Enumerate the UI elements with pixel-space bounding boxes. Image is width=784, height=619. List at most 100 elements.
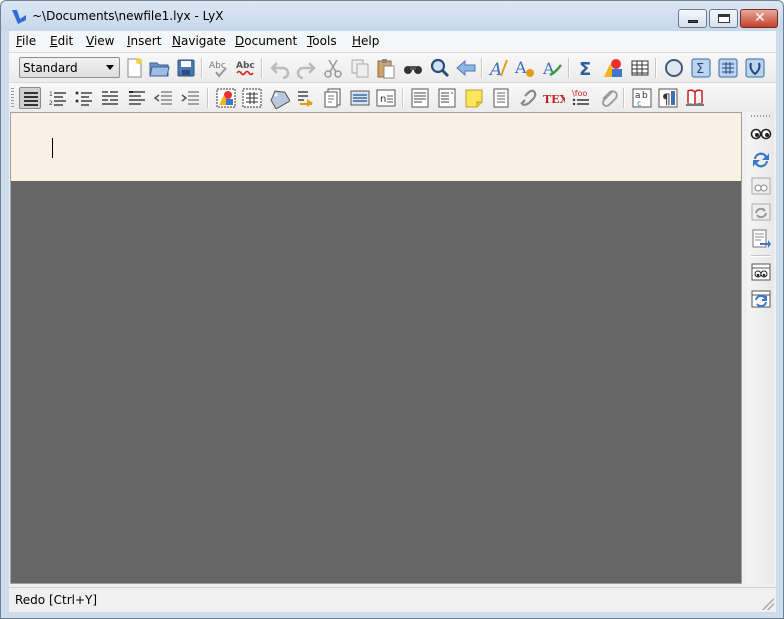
svg-text:2: 2 [49, 100, 53, 107]
search-icon[interactable] [429, 57, 451, 79]
insert-box-icon[interactable] [490, 87, 512, 109]
view-source-icon[interactable] [744, 57, 766, 79]
menu-insert[interactable]: Insert [127, 34, 161, 48]
insert-note-icon[interactable] [463, 87, 485, 109]
decrease-depth-icon[interactable] [153, 87, 175, 109]
math-panel-icon[interactable]: Σ [690, 57, 712, 79]
toolbar-grip[interactable] [751, 115, 771, 117]
status-bar: Redo [Ctrl+Y] [9, 587, 776, 612]
insert-nomenclature-icon[interactable]: n [375, 87, 397, 109]
compass-icon[interactable] [663, 57, 685, 79]
math-sum-icon[interactable]: Σ [576, 57, 598, 79]
insert-label-icon[interactable] [268, 87, 290, 109]
document-view[interactable] [10, 112, 742, 584]
toolbar-separator [568, 58, 570, 78]
svg-text:b: b [642, 91, 648, 101]
increase-depth-icon[interactable] [180, 87, 202, 109]
insert-citation-icon[interactable] [322, 87, 344, 109]
insert-table-float-icon[interactable] [241, 87, 263, 109]
toolbar-separator [655, 58, 657, 78]
change-case-icon[interactable]: abc [631, 87, 653, 109]
svg-text:Σ: Σ [579, 59, 591, 79]
insert-bibliography-icon[interactable]: \foo [570, 87, 592, 109]
insert-graphics-icon[interactable] [602, 57, 624, 79]
enumerate-list-icon[interactable]: 12 [47, 87, 69, 109]
toolbar-separator [402, 88, 404, 108]
redo-icon[interactable] [295, 57, 317, 79]
view-master-icon[interactable] [750, 175, 772, 197]
table-panel-icon[interactable] [717, 57, 739, 79]
itemize-list-icon[interactable] [73, 87, 95, 109]
find-replace-icon[interactable] [402, 57, 424, 79]
navigate-back-icon[interactable] [455, 57, 477, 79]
update-other-icon[interactable] [750, 288, 772, 310]
export-icon[interactable] [750, 228, 772, 250]
text-style-custom-icon[interactable]: A [514, 57, 536, 79]
new-document-icon[interactable] [123, 57, 145, 79]
menu-tools[interactable]: Tools [307, 34, 337, 48]
menu-view[interactable]: View [86, 34, 114, 48]
undo-icon[interactable] [269, 57, 291, 79]
toolbar-grip[interactable] [11, 88, 14, 108]
save-icon[interactable] [175, 57, 197, 79]
insert-marginnote-icon[interactable] [436, 87, 458, 109]
list-icon[interactable] [126, 87, 148, 109]
insert-cross-ref-icon[interactable] [295, 87, 317, 109]
menu-navigate[interactable]: Navigate [172, 34, 226, 48]
svg-text:c: c [637, 99, 641, 108]
insert-table-icon[interactable] [629, 57, 651, 79]
lyx-logo-icon[interactable] [10, 8, 28, 26]
toolbar-separator [201, 58, 203, 78]
menu-bar: File Edit View Insert Navigate Document … [9, 31, 776, 52]
text-style-change-icon[interactable]: A [541, 57, 563, 79]
layout-combo[interactable]: Standard [19, 57, 120, 78]
svg-text:Abc: Abc [236, 61, 255, 71]
svg-text:TEX: TEX [543, 93, 565, 106]
minimize-button[interactable] [678, 9, 707, 28]
update-master-icon[interactable] [750, 201, 772, 223]
toolbar-separator [623, 88, 625, 108]
menu-document[interactable]: Document [235, 34, 297, 48]
close-icon: ✕ [754, 10, 766, 26]
description-list-icon[interactable] [99, 87, 121, 109]
document-page[interactable] [11, 113, 741, 181]
svg-text:Abc: Abc [209, 61, 226, 71]
maximize-button[interactable] [709, 9, 738, 28]
toolbar-separator [261, 58, 263, 78]
view-icon[interactable] [750, 122, 772, 144]
close-button[interactable]: ✕ [740, 9, 778, 28]
paste-icon[interactable] [375, 57, 397, 79]
menu-help[interactable]: Help [352, 34, 379, 48]
update-icon[interactable] [750, 149, 772, 171]
insert-hyperlink-icon[interactable] [516, 87, 538, 109]
document-settings-icon[interactable] [684, 87, 706, 109]
svg-text:\foo: \foo [572, 89, 587, 98]
insert-tex-code-icon[interactable]: TEX [543, 87, 565, 109]
view-other-icon[interactable] [750, 261, 772, 283]
attach-icon[interactable] [597, 87, 619, 109]
paragraph-settings-icon[interactable]: ¶ [657, 87, 679, 109]
resize-grip-icon[interactable] [762, 598, 774, 610]
extra-toolbar: 12 n TEX \foo abc ¶ [9, 82, 776, 112]
svg-text:A: A [542, 59, 555, 78]
menu-file[interactable]: File [16, 34, 36, 48]
toolbar-separator [751, 255, 771, 257]
svg-text:n: n [380, 94, 386, 105]
cut-icon[interactable] [322, 57, 344, 79]
text-style-icon[interactable]: A [488, 57, 510, 79]
status-message: Redo [Ctrl+Y] [15, 593, 98, 607]
lyx-window: ~\Documents\newfile1.lyx - LyX ✕ File Ed… [0, 0, 784, 619]
open-folder-icon[interactable] [148, 57, 170, 79]
text-cursor [52, 138, 53, 158]
copy-icon[interactable] [349, 57, 371, 79]
menu-edit[interactable]: Edit [50, 34, 73, 48]
paragraph-standard-icon[interactable] [19, 87, 41, 109]
insert-footnote-icon[interactable] [409, 87, 431, 109]
insert-index-icon[interactable] [349, 87, 371, 109]
insert-figure-float-icon[interactable] [215, 87, 237, 109]
title-bar[interactable]: ~\Documents\newfile1.lyx - LyX ✕ [1, 1, 783, 31]
spellcheck-icon[interactable]: Abc [208, 57, 230, 79]
spellcheck-continuous-icon[interactable]: Abc [235, 57, 257, 79]
minimize-icon [688, 20, 698, 23]
view-update-toolbar [747, 112, 774, 584]
